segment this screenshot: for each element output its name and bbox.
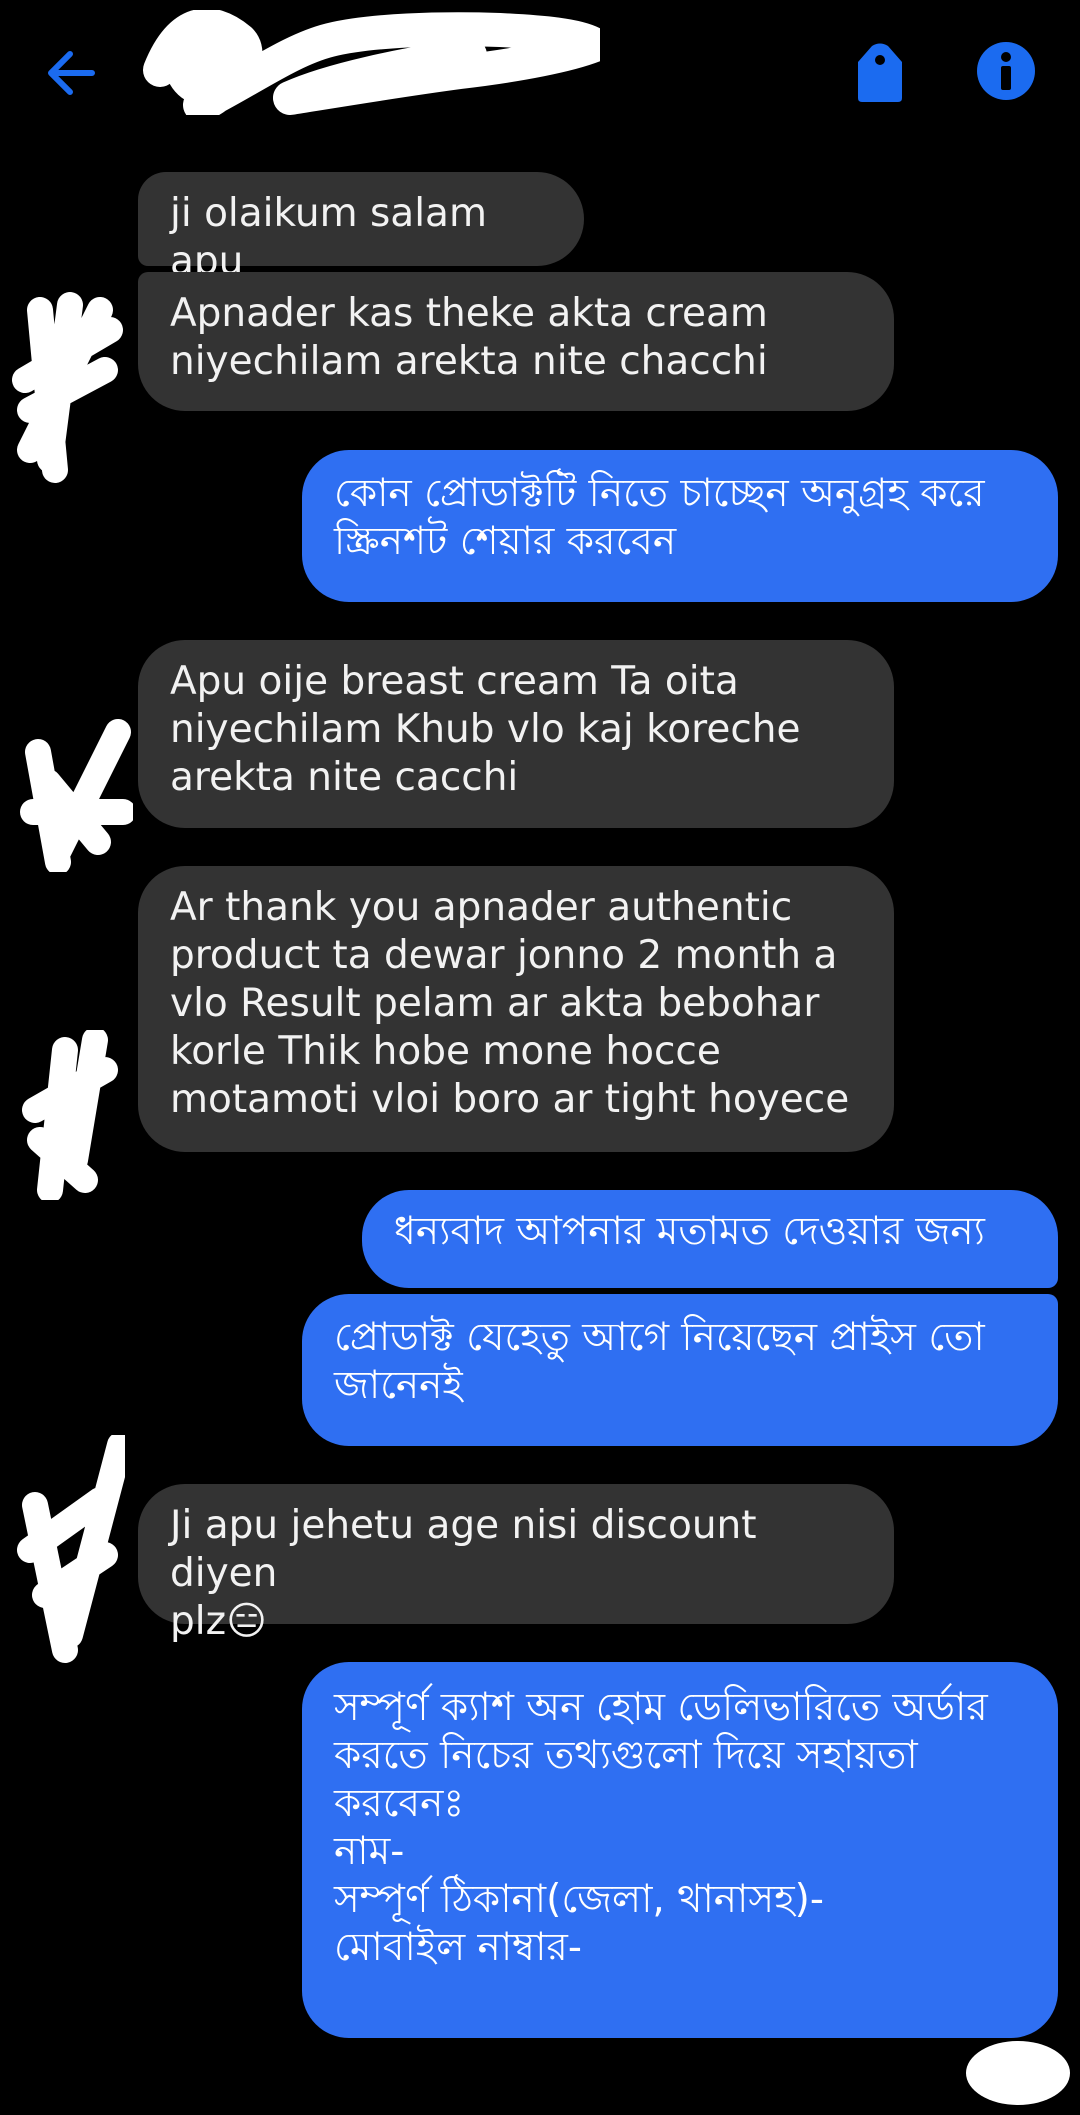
redacted-contact-name: [143, 10, 600, 115]
message-bubble-incoming[interactable]: Ar thank you apnader authentic product t…: [138, 866, 894, 1152]
tag-icon[interactable]: [850, 42, 910, 104]
redacted-avatar: [17, 1435, 125, 1663]
message-bubble-incoming[interactable]: Apu oije breast cream Ta oita niyechilam…: [138, 640, 894, 828]
redacted-avatar: [966, 2041, 1070, 2105]
redacted-avatar: [20, 719, 133, 872]
message-bubble-incoming[interactable]: Apnader kas theke akta cream niyechilam …: [138, 272, 894, 411]
message-bubble-outgoing[interactable]: প্রোডাক্ট যেহেতু আগে নিয়েছেন প্রাইস তো …: [302, 1294, 1058, 1446]
message-bubble-outgoing[interactable]: কোন প্রোডাক্টটি নিতে চাচ্ছেন অনুগ্রহ করে…: [302, 450, 1058, 602]
message-bubble-outgoing[interactable]: সম্পূর্ণ ক্যাশ অন হোম ডেলিভারিতে অর্ডার …: [302, 1662, 1058, 2038]
chat-header: [0, 0, 1080, 150]
info-icon[interactable]: [975, 40, 1037, 102]
message-bubble-incoming[interactable]: Ji apu jehetu age nisi discount diyen pl…: [138, 1484, 894, 1644]
message-bubble-incoming[interactable]: ji olaikum salam apu: [138, 172, 584, 284]
redacted-avatar: [12, 292, 123, 483]
redacted-avatar: [22, 1030, 118, 1200]
arrow-left-icon[interactable]: [40, 42, 102, 104]
message-bubble-outgoing[interactable]: ধন্যবাদ আপনার মতামত দেওয়ার জন্য: [362, 1190, 1058, 1288]
